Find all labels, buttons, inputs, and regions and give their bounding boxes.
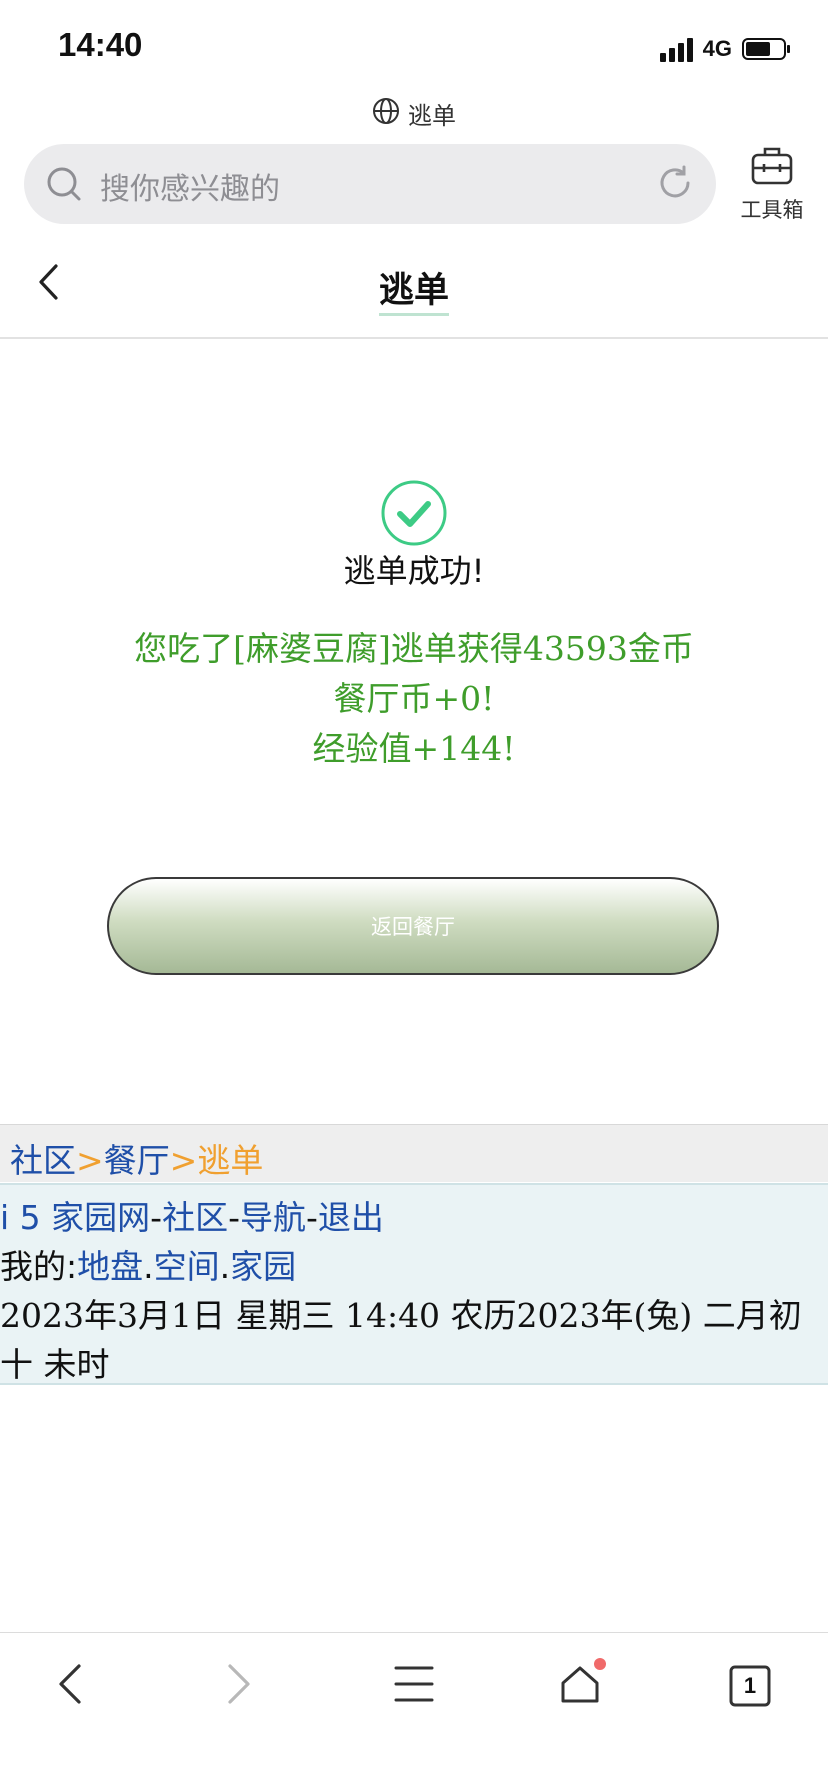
site-label-text: 逃单	[408, 102, 456, 130]
tabs-icon: 1	[729, 1665, 771, 1707]
search-icon	[46, 166, 82, 206]
nav-home-button[interactable]	[540, 1654, 620, 1718]
link-separator: .	[143, 1247, 154, 1286]
bottom-bar-divider	[0, 1632, 828, 1633]
breadcrumb-separator: >	[76, 1141, 104, 1180]
tabs-count: 1	[743, 1673, 757, 1698]
success-check-icon	[380, 479, 448, 551]
breadcrumb-restaurant-link[interactable]: 餐厅	[104, 1141, 170, 1180]
battery-icon	[742, 37, 792, 61]
arrow-right-icon	[224, 1662, 254, 1710]
arrow-left-icon	[55, 1662, 85, 1710]
menu-icon	[394, 1664, 434, 1708]
status-indicators: 4G	[659, 34, 792, 64]
return-restaurant-label: 返回餐厅	[371, 915, 455, 939]
space-link[interactable]: 空间	[154, 1247, 220, 1286]
logout-link[interactable]: 退出	[318, 1198, 384, 1237]
nav-back-button[interactable]	[30, 1654, 110, 1718]
success-title: 逃单成功!	[343, 552, 485, 590]
globe-icon	[372, 97, 400, 131]
link-separator: .	[219, 1247, 231, 1286]
toolbox-icon	[750, 144, 794, 190]
breadcrumb-current: 逃单	[197, 1141, 264, 1180]
nav-menu-button[interactable]	[374, 1654, 454, 1718]
signal-icon	[659, 36, 693, 62]
refresh-icon[interactable]	[656, 164, 694, 206]
datetime-line-2: 十 未时	[0, 1345, 110, 1384]
site-home-link[interactable]: i 5 家园网	[0, 1198, 150, 1237]
home-link[interactable]: 家园	[230, 1247, 296, 1286]
footer-info: i 5 家园网-社区-导航-退出 我的:地盘.空间.家园 2023年3月1日 星…	[0, 1183, 828, 1385]
link-separator: -	[150, 1198, 163, 1237]
navigation-link[interactable]: 导航	[240, 1198, 306, 1237]
link-separator: -	[306, 1198, 318, 1237]
page-title: 逃单	[0, 262, 828, 316]
header-divider	[0, 337, 828, 339]
status-time: 14:40	[58, 26, 143, 63]
nav-tabs-button[interactable]: 1	[710, 1654, 790, 1718]
datetime-line-1: 2023年3月1日 星期三 14:40 农历2023年(兔) 二月初	[0, 1296, 802, 1335]
result-restaurant-coins: 餐厅币+0!	[333, 679, 495, 718]
breadcrumb-community-link[interactable]: 社区	[10, 1141, 76, 1180]
toolbox-label: 工具箱	[740, 198, 804, 222]
link-separator: -	[228, 1198, 240, 1237]
result-experience: 经验值+144!	[312, 729, 516, 768]
territory-link[interactable]: 地盘	[77, 1247, 143, 1286]
network-type: 4G	[702, 36, 732, 61]
result-coins: 您吃了[麻婆豆腐]逃单获得43593金币	[134, 629, 694, 668]
toolbox-button[interactable]: 工具箱	[734, 144, 810, 224]
search-input[interactable]: 搜你感兴趣的	[100, 164, 280, 208]
search-bar[interactable]: 搜你感兴趣的	[24, 144, 716, 224]
home-icon	[560, 1664, 600, 1708]
breadcrumb: 社区>餐厅>逃单	[0, 1124, 828, 1182]
site-label: 逃单	[0, 96, 828, 131]
notification-dot	[594, 1658, 606, 1670]
breadcrumb-separator: >	[169, 1141, 198, 1180]
mine-label: 我的:	[0, 1247, 78, 1286]
community-link[interactable]: 社区	[162, 1198, 228, 1237]
return-restaurant-button[interactable]: 返回餐厅	[107, 877, 719, 975]
nav-forward-button[interactable]	[199, 1654, 279, 1718]
